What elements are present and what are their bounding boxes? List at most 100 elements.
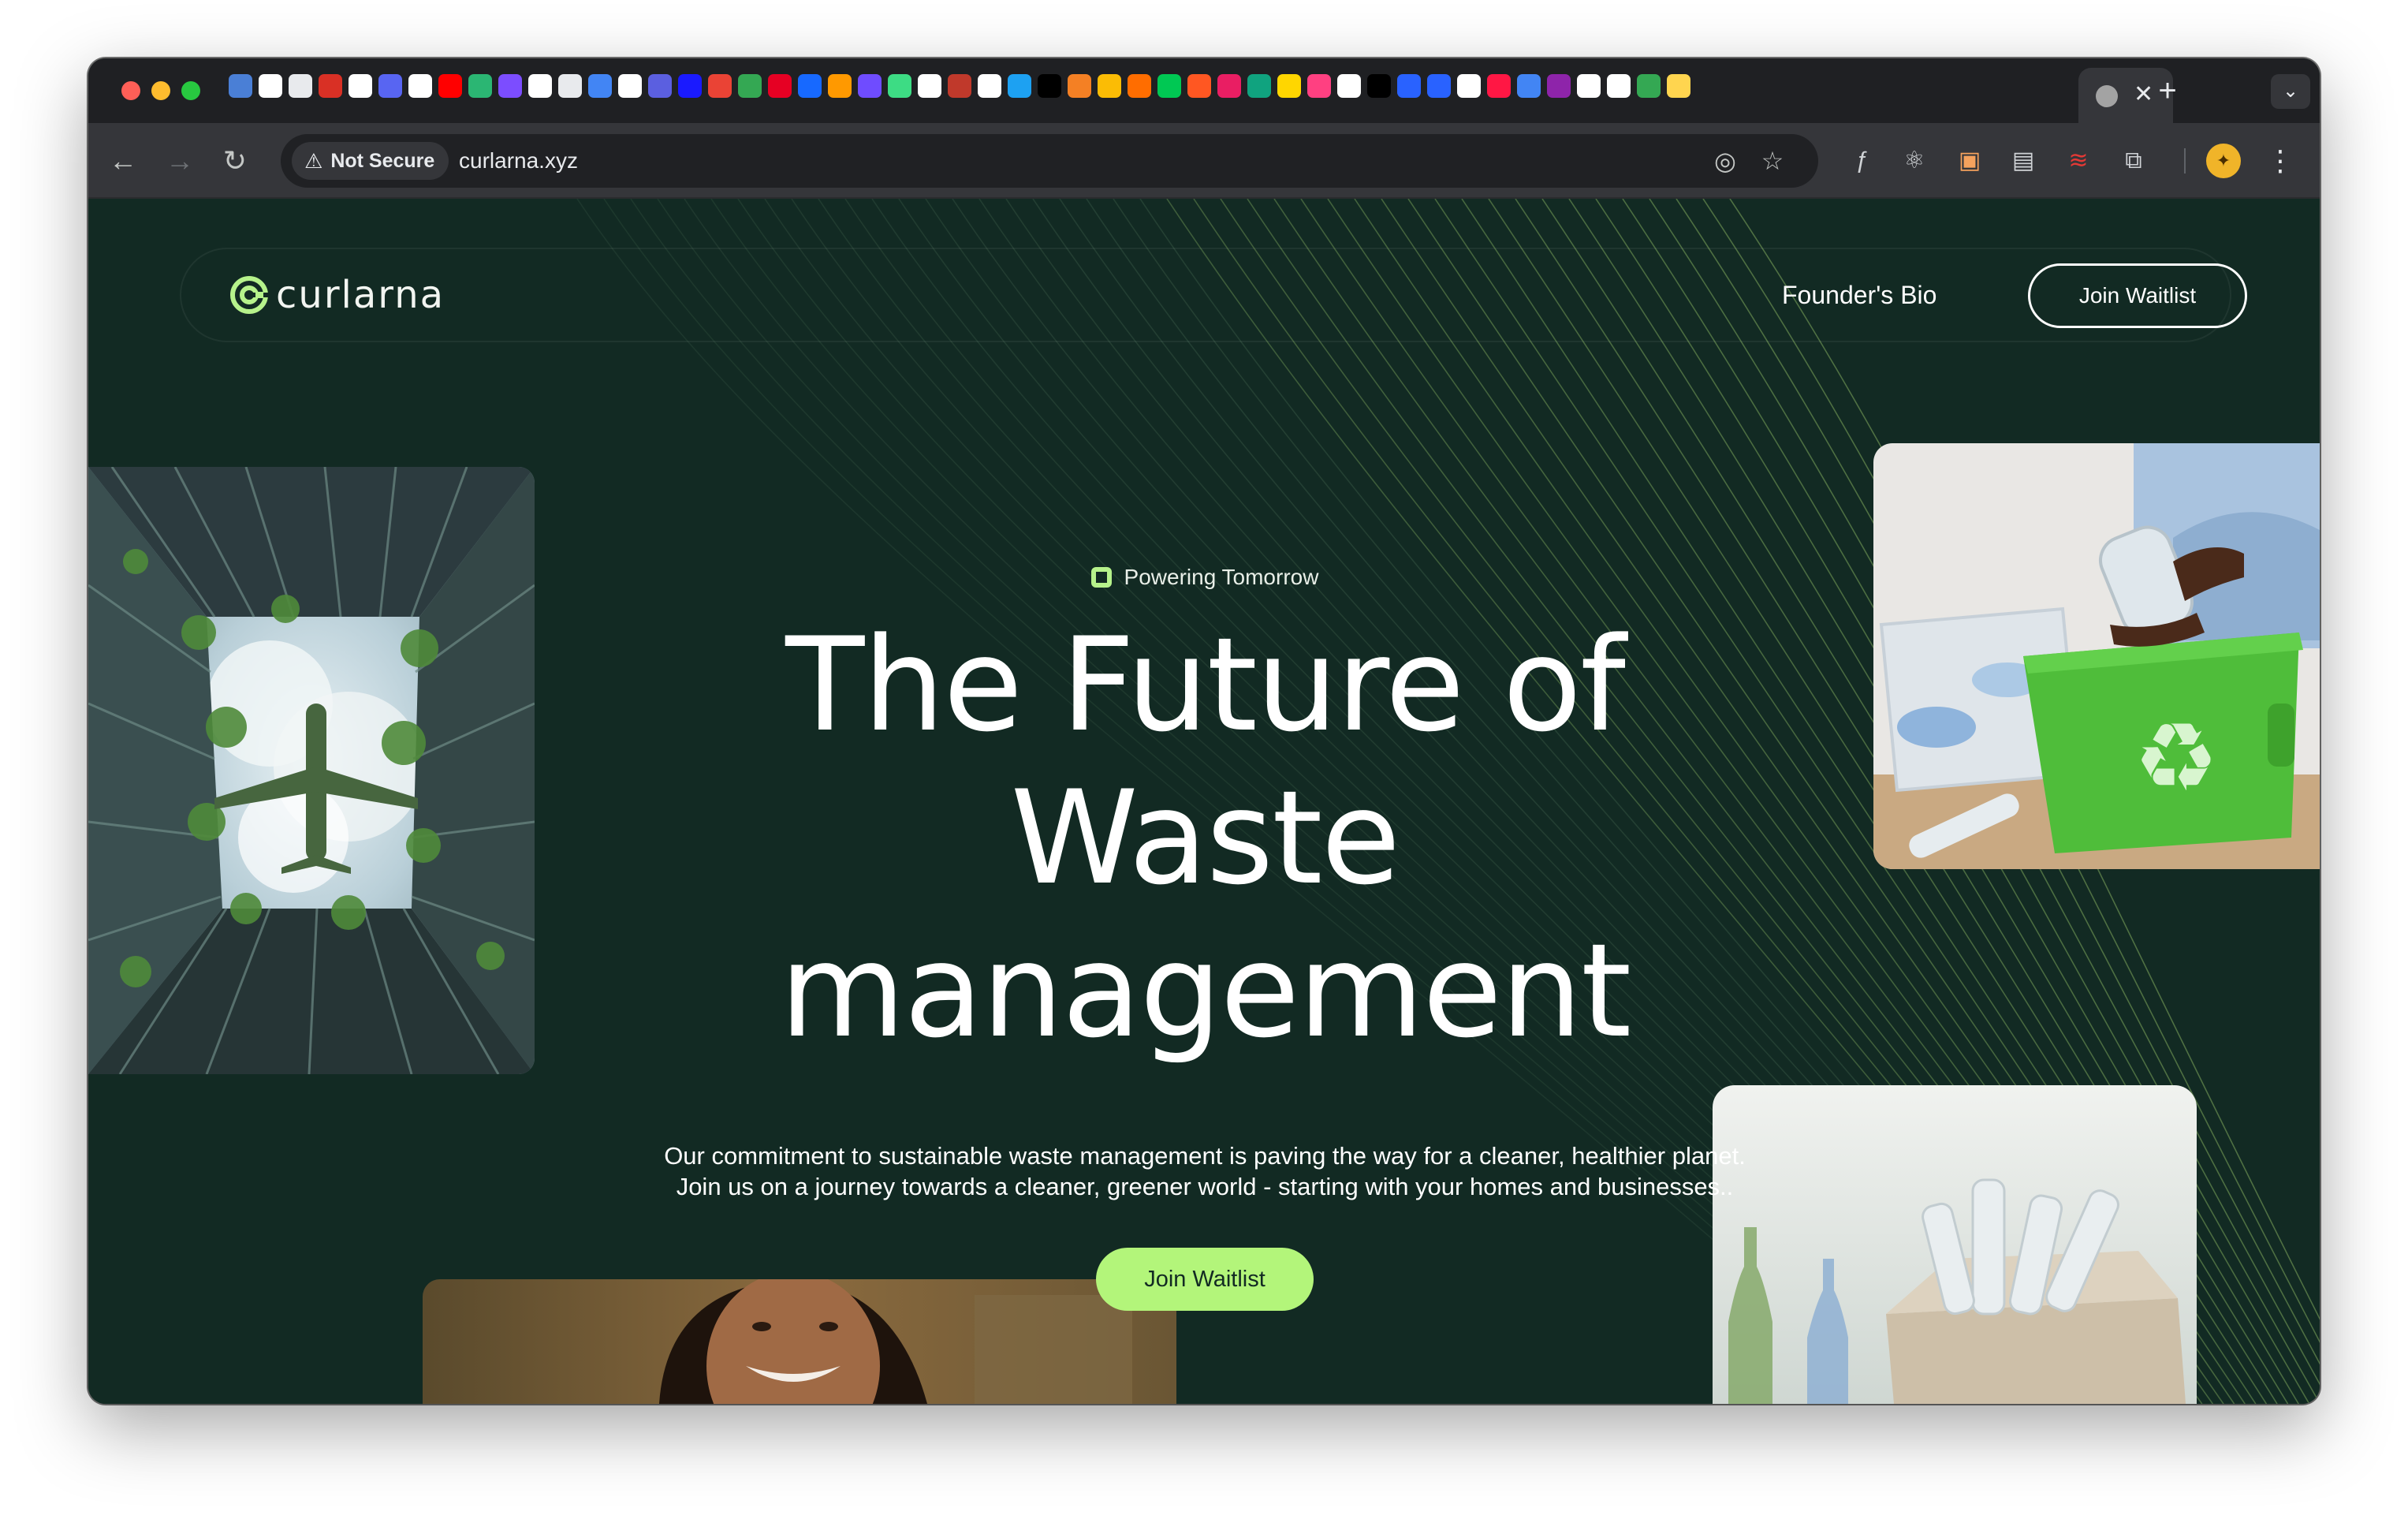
pinned-tab-favicon-icon[interactable] [978,74,1001,98]
headline-line-1: The Future of [785,610,1626,760]
url-text[interactable]: curlarna.xyz [459,134,578,188]
pinned-tab-favicon-icon[interactable] [528,74,552,98]
browser-window: ✕ + ⌄ ← → ↻ ⚠ Not Secure curlarna.xyz ◎ … [88,58,2320,1404]
profile-avatar[interactable]: ✦ [2206,144,2241,178]
headline-line-2: Waste [1010,763,1401,913]
pinned-tab-favicon-icon[interactable] [888,74,911,98]
pinned-tab-favicon-icon[interactable] [618,74,642,98]
pinned-tab-favicon-icon[interactable] [1457,74,1481,98]
pinned-tab-favicon-icon[interactable] [828,74,852,98]
pinned-tab-favicon-icon[interactable] [1517,74,1541,98]
pinned-tab-favicon-icon[interactable] [1307,74,1331,98]
pinned-tab-favicon-icon[interactable] [858,74,882,98]
pinned-tab-favicon-icon[interactable] [1008,74,1031,98]
back-icon[interactable]: ← [104,142,142,180]
pinned-tab-favicon-icon[interactable] [378,74,402,98]
hero-section: Powering Tomorrow The Future of Waste ma… [640,199,1769,1404]
plastic-bottles-box-photo [1713,1085,2197,1404]
tagline-square-icon [1090,567,1112,588]
logo-mark-icon [230,276,268,314]
toolbar-divider [2184,148,2186,174]
pinned-tab-favicon-icon[interactable] [1038,74,1061,98]
pinned-tabs [229,74,1690,98]
brand-name: curlarna [276,273,445,317]
pinned-tab-favicon-icon[interactable] [948,74,971,98]
pinned-tab-favicon-icon[interactable] [738,74,762,98]
browser-toolbar: ← → ↻ ⚠ Not Secure curlarna.xyz ◎ ☆ ƒ ⚛ … [88,123,2320,199]
tab-search-button[interactable]: ⌄ [2271,74,2310,109]
pinned-tab-favicon-icon[interactable] [1367,74,1391,98]
pinned-tab-favicon-icon[interactable] [798,74,822,98]
puzzle-icon[interactable]: ⧉ [2115,142,2153,180]
reload-icon[interactable]: ↻ [216,142,254,180]
pinned-tab-favicon-icon[interactable] [498,74,522,98]
extension-f-icon[interactable]: ƒ [1843,142,1881,180]
address-bar[interactable]: ⚠ Not Secure curlarna.xyz ◎ ☆ [281,134,1818,188]
hero-headline: The Future of Waste management [640,609,1769,1068]
pinned-tab-favicon-icon[interactable] [1637,74,1661,98]
pinned-tab-favicon-icon[interactable] [648,74,672,98]
pinned-tab-favicon-icon[interactable] [1607,74,1631,98]
pinned-tab-favicon-icon[interactable] [708,74,732,98]
maximize-window-button[interactable] [181,81,200,100]
subtext-line-2: Join us on a journey towards a cleaner, … [676,1173,1734,1200]
hands-recycling-bin-photo: ♻ [1873,443,2320,869]
pinned-tab-favicon-icon[interactable] [289,74,312,98]
pinned-tab-favicon-icon[interactable] [1157,74,1181,98]
pinned-tab-favicon-icon[interactable] [1667,74,1690,98]
pinned-tab-favicon-icon[interactable] [1577,74,1601,98]
pinned-tab-favicon-icon[interactable] [349,74,372,98]
security-chip[interactable]: ⚠ Not Secure [292,142,449,180]
hero-join-waitlist-button[interactable]: Join Waitlist [1096,1248,1314,1311]
pinned-tab-favicon-icon[interactable] [1277,74,1301,98]
pinned-tab-favicon-icon[interactable] [588,74,612,98]
forward-icon[interactable]: → [161,142,199,180]
tab-strip: ✕ + ⌄ [88,58,2320,123]
pinned-tab-favicon-icon[interactable] [468,74,492,98]
pinned-tab-favicon-icon[interactable] [1217,74,1241,98]
founders-bio-link[interactable]: Founder's Bio [1782,278,1936,312]
tagline-text: Powering Tomorrow [1124,565,1319,589]
warning-icon: ⚠ [304,149,323,173]
minimize-window-button[interactable] [151,81,170,100]
pinned-tab-favicon-icon[interactable] [319,74,342,98]
page-content: curlarna Founder's Bio Join Waitlist ♻ P… [88,199,2320,1404]
eye-off-icon[interactable]: ◎ [1709,145,1741,177]
extension-orange-icon[interactable]: ▣ [1951,142,1989,180]
pinned-tab-favicon-icon[interactable] [1247,74,1271,98]
pinned-tab-favicon-icon[interactable] [768,74,792,98]
pinned-tab-favicon-icon[interactable] [1187,74,1211,98]
pinned-tab-favicon-icon[interactable] [1128,74,1151,98]
pinned-tab-favicon-icon[interactable] [1397,74,1421,98]
pinned-tab-favicon-icon[interactable] [259,74,282,98]
close-window-button[interactable] [121,81,140,100]
new-tab-button[interactable]: + [2148,73,2187,109]
pinned-tab-favicon-icon[interactable] [1487,74,1511,98]
pinned-tab-favicon-icon[interactable] [1098,74,1121,98]
brand-logo[interactable]: curlarna [229,273,445,317]
extension-atom-icon[interactable]: ⚛ [1895,142,1933,180]
pinned-tab-favicon-icon[interactable] [438,74,462,98]
svg-text:♻: ♻ [2134,704,2219,813]
pinned-tab-favicon-icon[interactable] [1068,74,1091,98]
hero-tagline: Powering Tomorrow [640,565,1769,590]
subtext-line-1: Our commitment to sustainable waste mana… [664,1142,1746,1170]
tab-favicon-icon [2096,85,2118,107]
nav-join-waitlist-button[interactable]: Join Waitlist [2028,263,2247,328]
pinned-tab-favicon-icon[interactable] [229,74,252,98]
extension-grid-icon[interactable]: ▤ [2004,142,2042,180]
pinned-tab-favicon-icon[interactable] [1547,74,1571,98]
pinned-tab-favicon-icon[interactable] [1427,74,1451,98]
pinned-tab-favicon-icon[interactable] [918,74,941,98]
kebab-menu-icon[interactable]: ⋮ [2264,142,2296,180]
pinned-tab-favicon-icon[interactable] [1337,74,1361,98]
green-buildings-airplane-photo [88,467,535,1074]
hero-subtext: Our commitment to sustainable waste mana… [640,1140,1769,1202]
star-icon[interactable]: ☆ [1757,145,1788,177]
pinned-tab-favicon-icon[interactable] [408,74,432,98]
extension-red-icon[interactable]: ≋ [2059,142,2097,180]
security-label: Not Secure [330,149,435,172]
headline-line-3: management [779,916,1632,1066]
pinned-tab-favicon-icon[interactable] [558,74,582,98]
pinned-tab-favicon-icon[interactable] [678,74,702,98]
